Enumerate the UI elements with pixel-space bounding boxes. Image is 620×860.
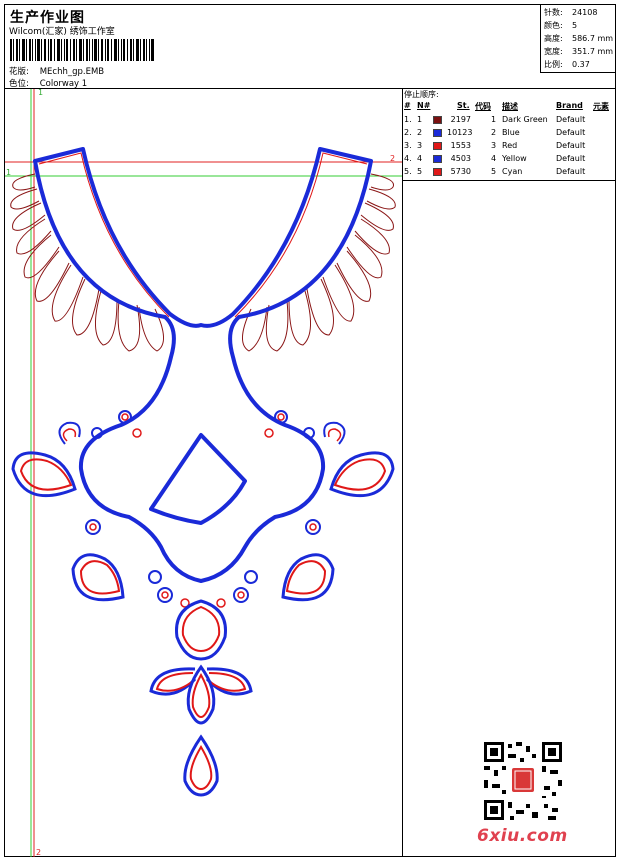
col-idx: # bbox=[404, 101, 411, 110]
panel-divider bbox=[402, 89, 403, 857]
color-swatch bbox=[433, 168, 442, 176]
stat-label: 宽度: bbox=[544, 47, 563, 56]
row-stitches: 5730 bbox=[450, 167, 471, 176]
yoke-red-accent bbox=[38, 152, 368, 318]
row-brand: Default bbox=[556, 154, 586, 163]
colorway-line: 色位: Colorway 1 bbox=[9, 77, 87, 89]
qr-code bbox=[482, 740, 564, 822]
table-row: 3. 3 1553 3 Red Default bbox=[403, 141, 616, 153]
stats-box: 针数: 24108 颜色: 5 高度: 586.7 mm 宽度: 351.7 mm 比例… bbox=[540, 4, 616, 73]
stat-value: 24108 bbox=[572, 8, 598, 17]
row-stitches: 1553 bbox=[450, 141, 471, 150]
guide-marker-1-side: 1 bbox=[6, 168, 11, 177]
col-n: N# bbox=[417, 101, 431, 110]
production-header: 生产作业图 Wilcom(汇家) 绣饰工作室 花版: MEchh_gp.EMB … bbox=[4, 4, 616, 89]
table-row: 1. 1 2197 1 Dark Green Default bbox=[403, 115, 616, 127]
row-index: 3. bbox=[404, 141, 412, 150]
color-swatch bbox=[433, 116, 442, 124]
row-brand: Default bbox=[556, 167, 586, 176]
row-stitches: 4503 bbox=[450, 154, 471, 163]
table-header: # N# St. 代码 描述 Brand 元素 bbox=[403, 101, 616, 113]
stat-height: 高度: 586.7 mm bbox=[544, 32, 616, 45]
row-brand: Default bbox=[556, 141, 586, 150]
row-needle: 2 bbox=[417, 128, 423, 137]
row-stitches: 2197 bbox=[450, 115, 471, 124]
col-desc: 描述 bbox=[502, 102, 518, 111]
barcode bbox=[10, 39, 154, 61]
row-stitches: 10123 bbox=[447, 128, 473, 137]
guide-marker-2-bottom: 2 bbox=[36, 848, 41, 857]
design-file-line: 花版: MEchh_gp.EMB bbox=[9, 65, 104, 77]
embroidery-design: 1 2 1 2 bbox=[5, 89, 402, 857]
row-needle: 4 bbox=[417, 154, 423, 163]
guide-marker-2: 2 bbox=[390, 154, 395, 163]
row-desc: Blue bbox=[502, 128, 520, 137]
row-index: 2. bbox=[404, 128, 412, 137]
lower-swirls bbox=[85, 519, 321, 608]
design-file-label: 花版: bbox=[9, 67, 29, 77]
upper-swirls bbox=[58, 410, 346, 445]
stop-sequence-title: 停止顺序: bbox=[404, 90, 439, 99]
table-row: 2. 2 10123 2 Blue Default bbox=[403, 128, 616, 140]
colorway-name: Colorway 1 bbox=[39, 79, 88, 89]
stat-value: 0.37 bbox=[572, 60, 590, 69]
row-code: 3 bbox=[491, 141, 497, 150]
stop-sequence-table: 停止顺序: # N# St. 代码 描述 Brand 元素 1. 1 2197 1 Da… bbox=[403, 89, 616, 181]
stat-value: 586.7 mm bbox=[572, 34, 614, 43]
watermark-logo: 6xiu.com bbox=[477, 826, 568, 846]
stat-stitches: 针数: 24108 bbox=[544, 6, 616, 19]
row-brand: Default bbox=[556, 115, 586, 124]
table-row: 4. 4 4503 4 Yellow Default bbox=[403, 154, 616, 166]
row-needle: 3 bbox=[417, 141, 423, 150]
color-swatch bbox=[433, 142, 442, 150]
design-file-name: MEchh_gp.EMB bbox=[39, 67, 105, 77]
central-pendant bbox=[149, 599, 253, 797]
row-needle: 5 bbox=[417, 167, 423, 176]
col-code: 代码 bbox=[475, 102, 491, 111]
stat-label: 比例: bbox=[544, 60, 563, 69]
row-needle: 1 bbox=[417, 115, 423, 124]
stat-label: 高度: bbox=[544, 34, 563, 43]
stat-value: 5 bbox=[572, 21, 578, 30]
stat-label: 颜色: bbox=[544, 21, 563, 30]
col-brand: Brand bbox=[556, 101, 583, 110]
row-index: 1. bbox=[404, 115, 412, 124]
col-elem: 元素 bbox=[593, 102, 609, 111]
stat-label: 针数: bbox=[544, 8, 563, 17]
row-index: 5. bbox=[404, 167, 412, 176]
stat-colors: 颜色: 5 bbox=[544, 19, 616, 32]
row-code: 4 bbox=[491, 154, 497, 163]
row-brand: Default bbox=[556, 128, 586, 137]
color-swatch bbox=[433, 129, 442, 137]
table-row: 5. 5 5730 5 Cyan Default bbox=[403, 167, 616, 179]
row-desc: Yellow bbox=[502, 154, 527, 163]
row-code: 2 bbox=[491, 128, 497, 137]
guide-marker-1: 1 bbox=[38, 89, 43, 97]
row-code: 5 bbox=[491, 167, 497, 176]
col-st: St. bbox=[457, 101, 470, 110]
row-code: 1 bbox=[491, 115, 497, 124]
company-name: Wilcom(汇家) 绣饰工作室 bbox=[9, 27, 115, 37]
side-teardrops bbox=[11, 451, 395, 602]
stat-width: 宽度: 351.7 mm bbox=[544, 45, 616, 58]
row-index: 4. bbox=[404, 154, 412, 163]
color-swatch bbox=[433, 155, 442, 163]
row-desc: Red bbox=[502, 141, 518, 150]
stat-scale: 比例: 0.37 bbox=[544, 58, 616, 71]
stat-value: 351.7 mm bbox=[572, 47, 614, 56]
right-petal-fringe bbox=[242, 173, 396, 352]
row-desc: Cyan bbox=[502, 167, 523, 176]
yoke-outline bbox=[33, 147, 373, 583]
colorway-label: 色位: bbox=[9, 79, 29, 89]
row-desc: Dark Green bbox=[502, 115, 548, 124]
